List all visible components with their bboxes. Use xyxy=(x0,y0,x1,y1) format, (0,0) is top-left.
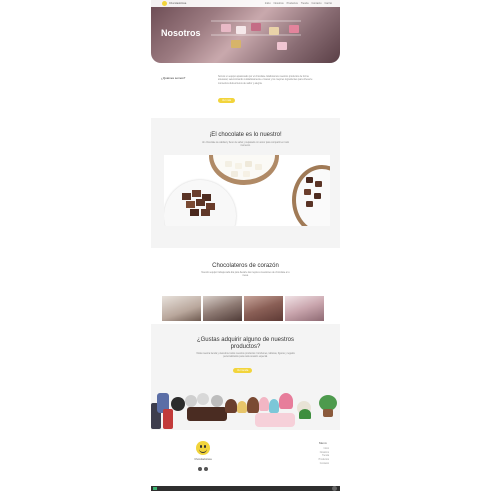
about-text: Somos un equipo apasionado por el chocol… xyxy=(218,76,313,85)
bottom-bar xyxy=(151,486,340,491)
nav-links: Inicio Nosotros Productos Tienda Contact… xyxy=(265,2,332,5)
team-gallery xyxy=(162,296,324,321)
gift-box xyxy=(289,25,299,33)
top-navbar: Chocoladorissa Inicio Nosotros Productos… xyxy=(151,0,340,7)
scroll-top-icon[interactable] xyxy=(332,486,337,491)
facebook-icon[interactable] xyxy=(198,467,202,471)
gift-box xyxy=(221,24,231,32)
gift-box xyxy=(269,27,279,35)
logo-text[interactable]: Chocoladorissa xyxy=(169,2,186,5)
team-photo xyxy=(244,296,283,321)
nav-link-tienda[interactable]: Tienda xyxy=(301,2,309,5)
team-title: Chocolateros de corazón xyxy=(212,263,279,269)
products-title: ¿Gustas adquirir alguno de nuestros prod… xyxy=(196,337,295,350)
gift-box xyxy=(236,26,246,34)
dark-chocolate-bowl xyxy=(182,190,215,216)
chocolate-photo xyxy=(164,155,330,226)
shelf xyxy=(211,34,301,36)
instagram-icon[interactable] xyxy=(204,467,208,471)
team-photo xyxy=(162,296,201,321)
nav-link-carrito[interactable]: Carrito xyxy=(324,2,332,5)
gift-box xyxy=(277,42,287,50)
whatsapp-icon[interactable] xyxy=(153,487,157,490)
about-heading: ¿Quiénes somos? xyxy=(161,76,186,80)
about-more-button[interactable]: Ver más xyxy=(218,98,236,103)
logo-icon[interactable] xyxy=(162,1,167,6)
team-photo xyxy=(203,296,242,321)
footer-menu: Inicio Nosotros Tienda Productos Contact… xyxy=(311,448,329,467)
team-text: Nuestro equipo trabaja cada día para lle… xyxy=(201,272,290,278)
chocolate-section: ¡El chocolate es lo nuestro! Un chocolat… xyxy=(151,118,340,248)
chocolate-title: ¡El chocolate es lo nuestro! xyxy=(209,132,282,138)
hero-banner: Chocoladorissa Inicio Nosotros Productos… xyxy=(151,0,340,63)
shelf xyxy=(211,20,301,22)
nav-link-contacto[interactable]: Contacto xyxy=(311,2,321,5)
footer-menu-title: Menú xyxy=(319,441,327,445)
page: Chocoladorissa Inicio Nosotros Productos… xyxy=(151,0,340,491)
products-strip xyxy=(151,391,340,430)
gift-box xyxy=(251,23,261,31)
chocolate-text: Un chocolate de calidad y lleno de sabor… xyxy=(202,142,289,148)
nav-link-inicio[interactable]: Inicio xyxy=(265,2,271,5)
footer-link-contacto[interactable]: Contacto xyxy=(311,463,329,467)
footer-brand: Chocoladorissa xyxy=(194,458,212,461)
nav-link-nosotros[interactable]: Nosotros xyxy=(274,2,284,5)
team-photo xyxy=(285,296,324,321)
nav-link-productos[interactable]: Productos xyxy=(287,2,298,5)
footer-logo-icon[interactable] xyxy=(196,441,210,455)
shop-button[interactable]: Ver tienda xyxy=(233,368,253,373)
products-text: Visita nuestra tienda y descubre todos n… xyxy=(196,353,295,359)
dark-chocolate-plate xyxy=(292,165,330,226)
products-section: ¿Gustas adquirir alguno de nuestros prod… xyxy=(151,324,340,430)
hero-title: Nosotros xyxy=(161,28,201,38)
gift-box xyxy=(231,40,241,48)
white-chocolate-plate xyxy=(209,155,279,185)
